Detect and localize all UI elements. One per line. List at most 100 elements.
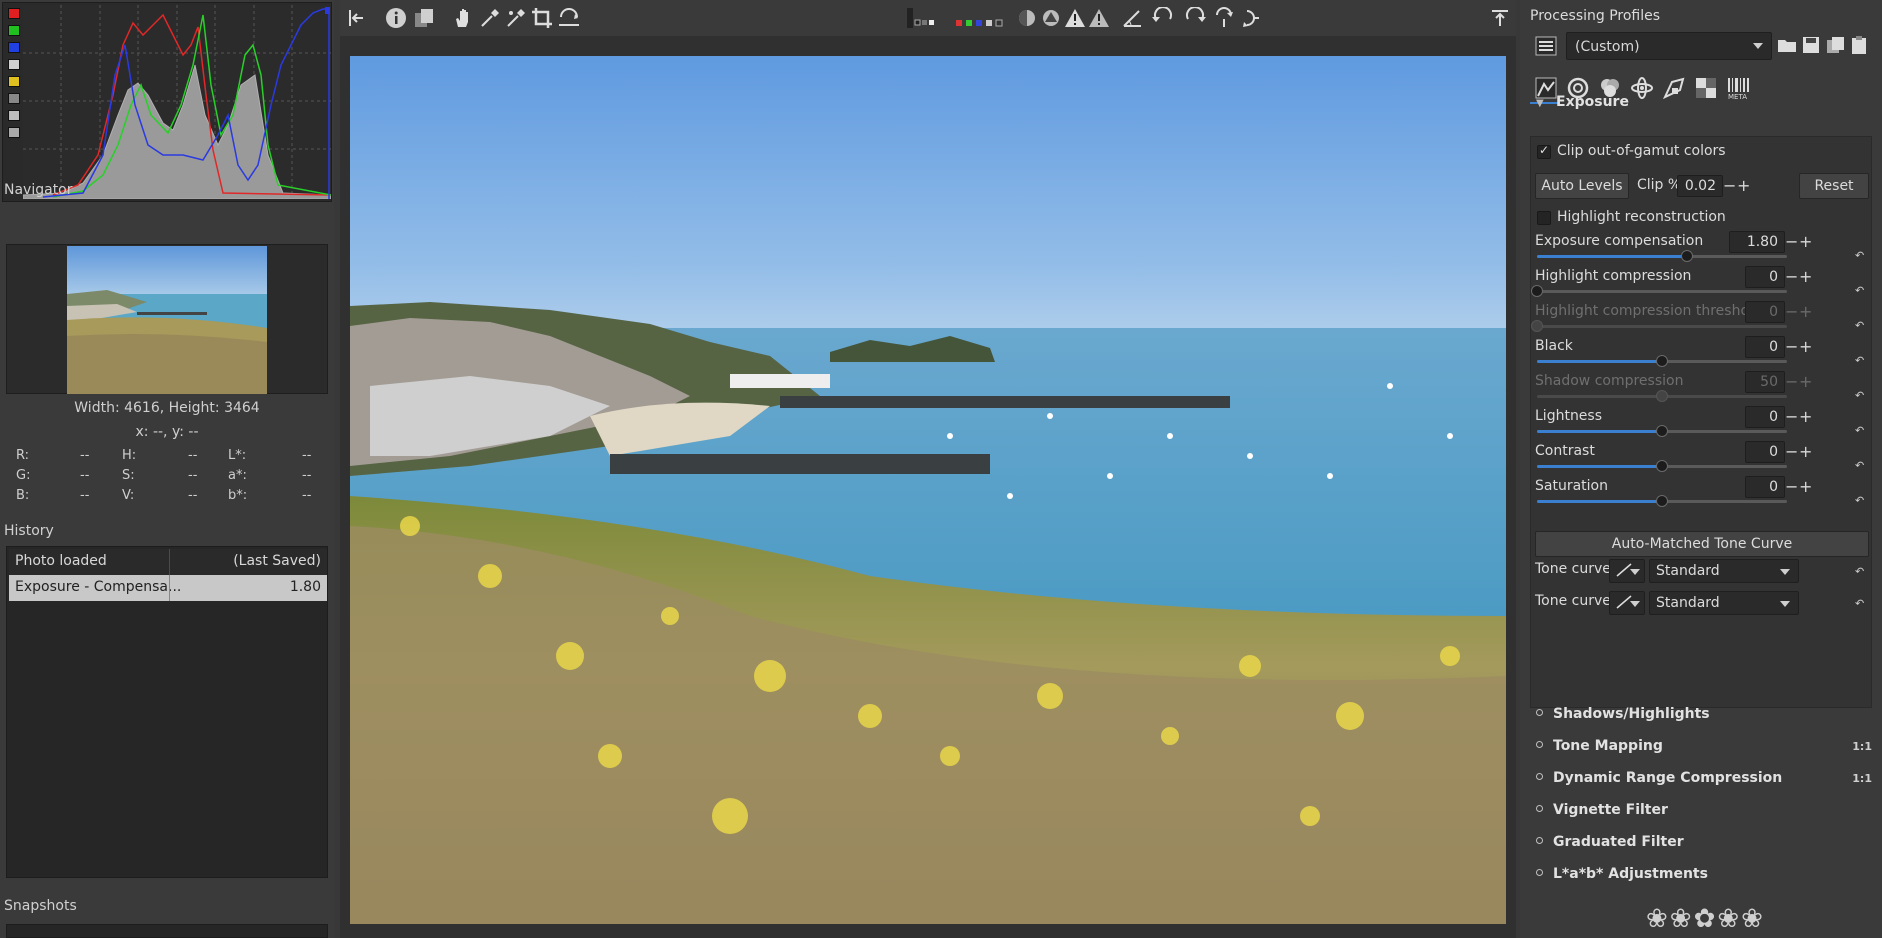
highlight-compression-slider-handle[interactable] <box>1531 285 1543 297</box>
lightness-reset-icon[interactable]: ↶ <box>1855 424 1867 437</box>
straighten-icon[interactable] <box>556 6 582 30</box>
black-decrease-button[interactable]: − <box>1785 336 1798 358</box>
preview-image[interactable] <box>350 56 1506 924</box>
black-slider[interactable] <box>1537 355 1787 367</box>
save-profile-icon[interactable] <box>1800 34 1822 56</box>
shadow-compression-increase-button[interactable]: + <box>1799 371 1812 393</box>
blue-channel-button[interactable] <box>8 42 20 53</box>
hide-left-panel-icon[interactable] <box>344 6 370 30</box>
luminance-button[interactable] <box>8 59 20 70</box>
raw-tab-icon[interactable] <box>1694 76 1718 100</box>
raw-histogram-button[interactable] <box>8 93 20 104</box>
section-vignette-filter[interactable]: Vignette Filter <box>1536 802 1874 818</box>
reset-button[interactable]: Reset <box>1799 173 1869 199</box>
highlight-reconstruction-checkbox[interactable] <box>1537 211 1551 225</box>
black-input[interactable]: 0 <box>1745 336 1785 358</box>
shadow-compression-slider-handle[interactable] <box>1656 390 1668 402</box>
lightness-slider-handle[interactable] <box>1656 425 1668 437</box>
saturation-slider-handle[interactable] <box>1656 495 1668 507</box>
warning-icon[interactable] <box>1088 6 1110 30</box>
shadow-compression-decrease-button[interactable]: − <box>1785 371 1798 393</box>
exposure-compensation-reset-icon[interactable]: ↶ <box>1855 249 1867 262</box>
flip-horizontal-icon[interactable] <box>1212 6 1236 30</box>
tone-curve-2-mode-select[interactable] <box>1609 591 1645 615</box>
white-balance-picker-icon[interactable] <box>478 6 502 30</box>
black-slider-handle[interactable] <box>1656 355 1668 367</box>
clip-pct-input[interactable]: 0.02 <box>1677 175 1723 197</box>
navigator-thumbnail[interactable] <box>67 246 267 394</box>
clip-gamut-checkbox[interactable] <box>1537 143 1551 159</box>
navigator-frame[interactable] <box>6 244 328 394</box>
clip-pct-increase-button[interactable]: + <box>1737 175 1750 197</box>
crop-icon[interactable] <box>530 6 554 30</box>
transform-tab-icon[interactable] <box>1662 76 1686 100</box>
channel-rgb-icon[interactable] <box>954 6 1006 30</box>
before-after-icon[interactable] <box>412 6 436 30</box>
highlight-compression-input[interactable]: 0 <box>1745 266 1785 288</box>
saturation-reset-icon[interactable]: ↶ <box>1855 494 1867 507</box>
section-tone-mapping[interactable]: Tone Mapping 1:1 <box>1536 738 1874 754</box>
exposure-compensation-increase-button[interactable]: + <box>1799 231 1812 253</box>
hide-top-panel-icon[interactable] <box>1488 6 1512 30</box>
rotate-right-icon[interactable] <box>1180 6 1210 30</box>
profile-list-icon[interactable] <box>1534 34 1558 58</box>
highlight-compression-reset-icon[interactable]: ↶ <box>1855 284 1867 297</box>
exposure-section-header[interactable]: ▼ Exposure <box>1536 94 1629 110</box>
contrast-slider[interactable] <box>1537 460 1787 472</box>
color-picker-icon[interactable] <box>504 6 528 30</box>
highlight-compression-slider[interactable] <box>1531 285 1787 297</box>
saturation-increase-button[interactable]: + <box>1799 476 1812 498</box>
highlight-compression-threshold-input[interactable]: 0 <box>1745 301 1785 323</box>
histogram-mode-button[interactable] <box>8 127 20 138</box>
green-channel-button[interactable] <box>8 25 20 36</box>
image-canvas[interactable] <box>340 36 1516 938</box>
contrast-slider-handle[interactable] <box>1656 460 1668 472</box>
perspective-icon[interactable] <box>1120 6 1144 30</box>
contrast-reset-icon[interactable]: ↶ <box>1855 459 1867 472</box>
lightness-input[interactable]: 0 <box>1745 406 1785 428</box>
highlight-compression-increase-button[interactable]: + <box>1799 266 1812 288</box>
advanced-tab-icon[interactable] <box>1630 76 1654 100</box>
contrast-decrease-button[interactable]: − <box>1785 441 1798 463</box>
highlight-compression-threshold-reset-icon[interactable]: ↶ <box>1855 319 1867 332</box>
history-row[interactable]: Photo loaded (Last Saved) <box>9 549 327 575</box>
shadow-compression-input[interactable]: 50 <box>1745 371 1785 393</box>
info-icon[interactable] <box>384 6 408 30</box>
lightness-decrease-button[interactable]: − <box>1785 406 1798 428</box>
hand-icon[interactable] <box>450 6 476 30</box>
chroma-button[interactable] <box>8 76 20 87</box>
saturation-decrease-button[interactable]: − <box>1785 476 1798 498</box>
lightness-increase-button[interactable]: + <box>1799 406 1812 428</box>
exposure-compensation-slider-handle[interactable] <box>1681 250 1693 262</box>
contrast-increase-button[interactable]: + <box>1799 441 1812 463</box>
section-graduated-filter[interactable]: Graduated Filter <box>1536 834 1874 850</box>
section-dynamic-range-compression[interactable]: Dynamic Range Compression 1:1 <box>1536 770 1874 786</box>
black-increase-button[interactable]: + <box>1799 336 1812 358</box>
saturation-slider[interactable] <box>1537 495 1787 507</box>
auto-levels-button[interactable]: Auto Levels <box>1535 173 1629 199</box>
black-reset-icon[interactable]: ↶ <box>1855 354 1867 367</box>
tone-curve-1-reset-icon[interactable]: ↶ <box>1855 565 1867 578</box>
highlight-compression-decrease-button[interactable]: − <box>1785 266 1798 288</box>
paste-profile-icon[interactable] <box>1848 34 1870 56</box>
tone-curve-1-select[interactable]: Standard <box>1649 559 1799 583</box>
contrast-input[interactable]: 0 <box>1745 441 1785 463</box>
tone-curve-2-select[interactable]: Standard <box>1649 591 1799 615</box>
highlight-compression-threshold-decrease-button[interactable]: − <box>1785 301 1798 323</box>
highlight-compression-threshold-slider-handle[interactable] <box>1531 320 1543 332</box>
exposure-compensation-decrease-button[interactable]: − <box>1785 231 1798 253</box>
tone-curve-2-reset-icon[interactable]: ↶ <box>1855 597 1867 610</box>
rotate-left-icon[interactable] <box>1148 6 1178 30</box>
history-row-selected[interactable]: Exposure - Compensa... 1.80 <box>9 575 327 601</box>
flip-vertical-icon[interactable] <box>1238 6 1262 30</box>
red-channel-button[interactable] <box>8 8 20 19</box>
open-profile-icon[interactable] <box>1776 34 1798 56</box>
highlight-compression-threshold-slider[interactable] <box>1531 320 1787 332</box>
saturation-input[interactable]: 0 <box>1745 476 1785 498</box>
shadow-compression-reset-icon[interactable]: ↶ <box>1855 389 1867 402</box>
lightness-slider[interactable] <box>1537 425 1787 437</box>
preview-mode-icon[interactable] <box>906 6 936 30</box>
section-lab-adjustments[interactable]: L*a*b* Adjustments <box>1536 866 1874 882</box>
focus-mask-icon[interactable] <box>1016 6 1038 30</box>
exposure-compensation-slider[interactable] <box>1537 250 1787 262</box>
